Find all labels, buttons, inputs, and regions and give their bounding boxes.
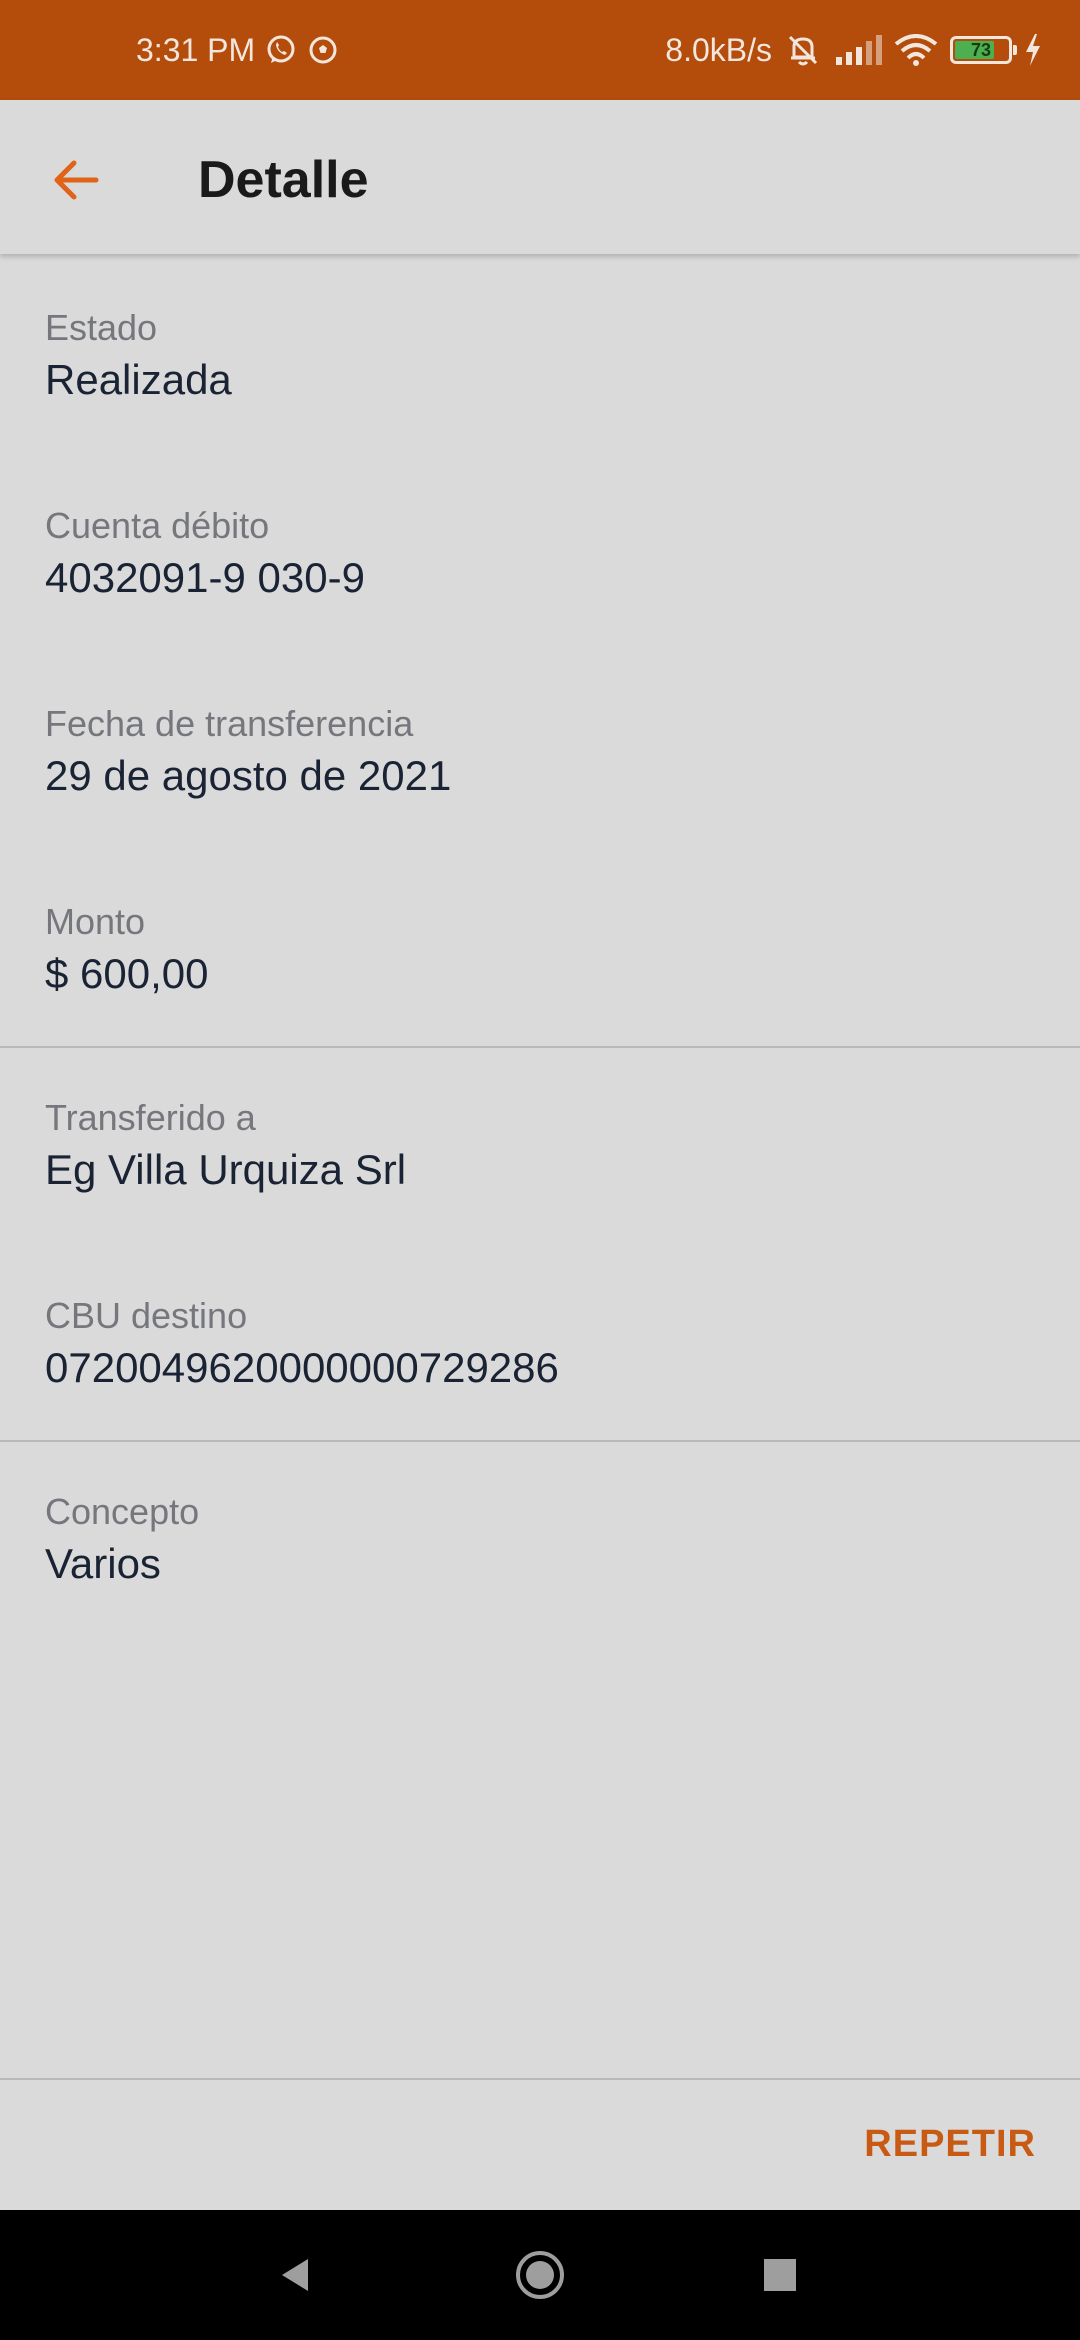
field-label: Fecha de transferencia	[45, 703, 414, 744]
field-label: Cuenta débito	[45, 505, 270, 546]
mute-icon	[784, 31, 822, 69]
field-value: 29 de agosto de 2021	[45, 752, 452, 799]
field-estado: Estado Realizada	[0, 306, 1080, 406]
soccer-ball-icon	[307, 34, 339, 66]
home-circle-icon	[516, 2251, 564, 2299]
field-value: Realizada	[45, 356, 232, 403]
section-divider	[0, 1440, 1080, 1442]
status-bar-right: 8.0kB/s 73	[665, 0, 1042, 100]
detail-content: Estado Realizada Cuenta débito 4032091-9…	[0, 300, 1080, 1590]
whatsapp-icon	[265, 34, 297, 66]
back-triangle-icon	[282, 2259, 308, 2291]
nav-recents-button[interactable]	[730, 2210, 830, 2340]
field-fecha: Fecha de transferencia 29 de agosto de 2…	[0, 702, 1080, 802]
repeat-button[interactable]: REPETIR	[864, 2116, 1036, 2172]
battery-level: 73	[970, 39, 992, 60]
page-title: Detalle	[198, 151, 369, 209]
field-label: Concepto	[45, 1491, 200, 1532]
app-bar: Detalle	[0, 100, 1080, 254]
field-value: 0720049620000000729286	[45, 1344, 559, 1391]
field-value: Varios	[45, 1540, 161, 1587]
nav-home-button[interactable]	[490, 2210, 590, 2340]
system-nav-bar	[0, 2210, 1080, 2340]
recents-square-icon	[764, 2259, 796, 2291]
field-transferido: Transferido a Eg Villa Urquiza Srl	[0, 1096, 1080, 1196]
field-value: $ 600,00	[45, 950, 209, 997]
battery-icon: 73	[950, 36, 1017, 64]
signal-icon	[834, 35, 882, 65]
status-bar: 3:31 PM 8.0kB/s 73	[0, 0, 1080, 100]
field-concepto: Concepto Varios	[0, 1490, 1080, 1590]
charging-icon	[1024, 34, 1042, 66]
field-cbu: CBU destino 0720049620000000729286	[0, 1294, 1080, 1394]
arrow-left-icon	[54, 160, 99, 200]
field-cuenta-debito: Cuenta débito 4032091-9 030-9	[0, 504, 1080, 604]
net-speed: 8.0kB/s	[665, 31, 772, 68]
field-label: Monto	[45, 901, 146, 942]
field-label: Estado	[45, 307, 158, 348]
back-button[interactable]	[36, 140, 116, 220]
nav-back-button[interactable]	[246, 2210, 346, 2340]
section-divider	[0, 1046, 1080, 1048]
bottom-divider	[0, 2078, 1080, 2080]
field-value: 4032091-9 030-9	[45, 554, 365, 601]
status-bar-left: 3:31 PM	[136, 0, 339, 100]
field-label: CBU destino	[45, 1295, 248, 1336]
field-label: Transferido a	[45, 1097, 256, 1138]
field-monto: Monto $ 600,00	[0, 900, 1080, 1000]
status-time: 3:31 PM	[136, 31, 256, 68]
wifi-icon	[894, 34, 938, 66]
field-value: Eg Villa Urquiza Srl	[45, 1146, 407, 1193]
